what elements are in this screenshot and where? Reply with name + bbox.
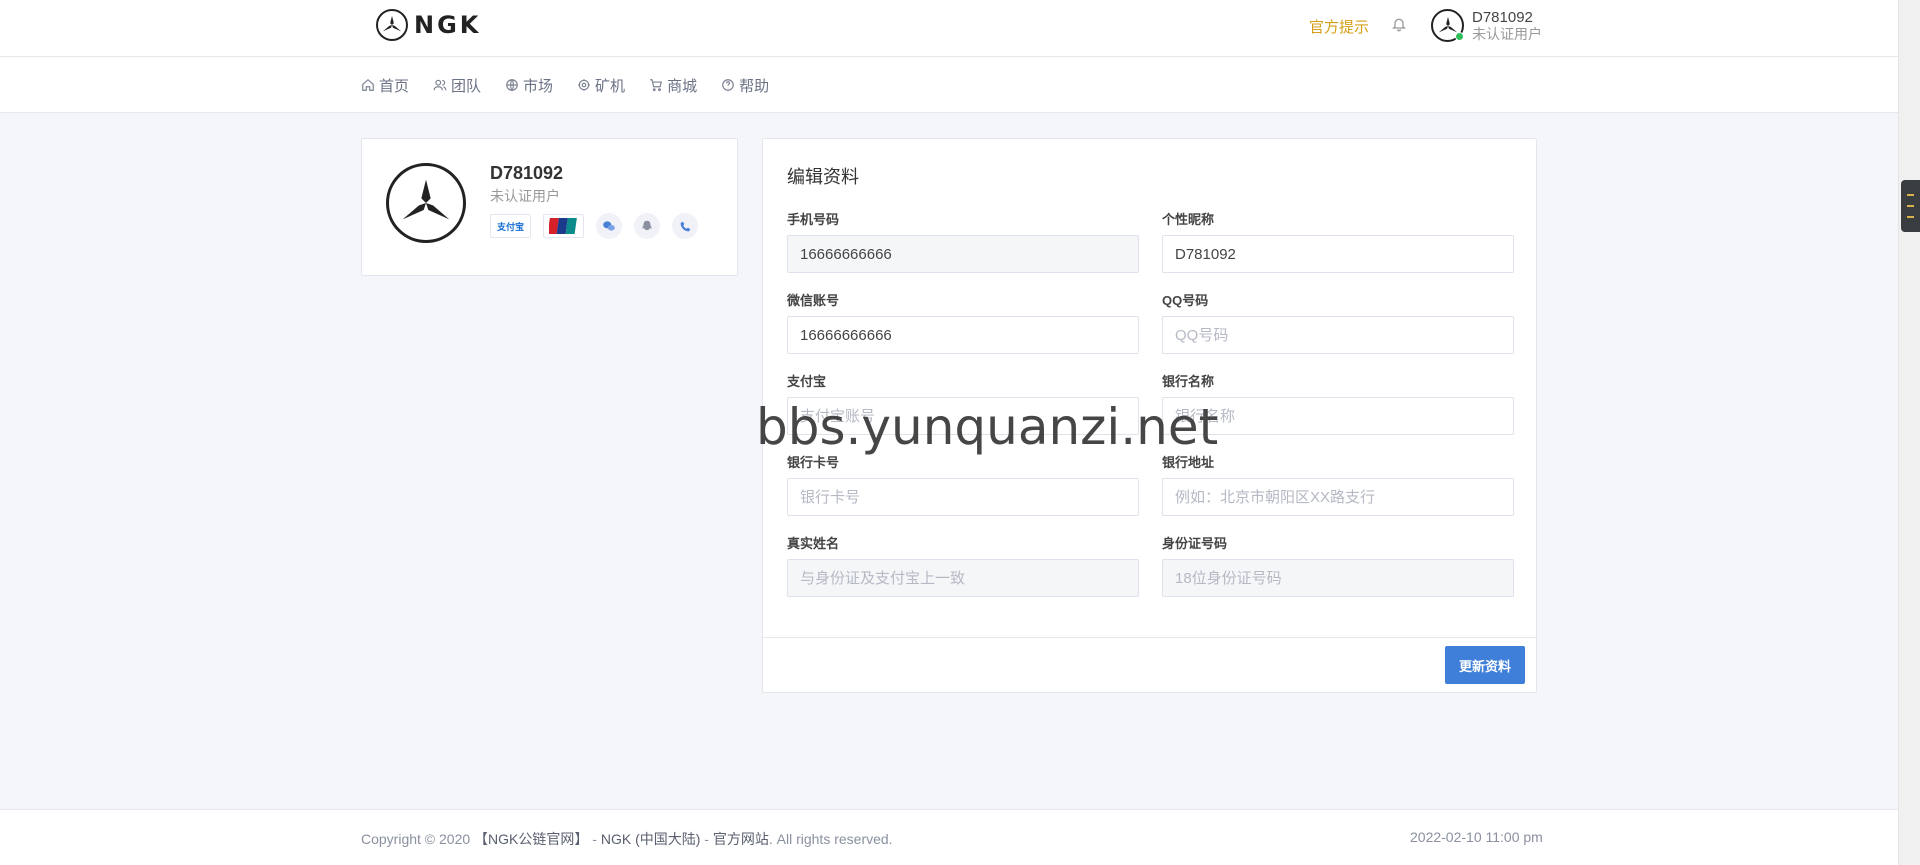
alipay-label: 支付宝 bbox=[787, 374, 827, 389]
nickname-field-group: 个性昵称 bbox=[1162, 211, 1514, 273]
bank-card-field-group: 银行卡号 bbox=[787, 454, 1139, 516]
nav-label: 市场 bbox=[523, 77, 554, 95]
copyright: Copyright © 2020 【NGK公链官网】 - NGK (中国大陆) … bbox=[361, 829, 893, 849]
site-name-link[interactable]: 【NGK公链官网】 bbox=[474, 831, 588, 847]
bank-address-field-group: 银行地址 bbox=[1162, 454, 1514, 516]
globe-icon bbox=[506, 79, 518, 91]
wechat-label: 微信账号 bbox=[787, 293, 840, 308]
help-icon bbox=[722, 79, 734, 91]
scrollbar[interactable] bbox=[1898, 0, 1920, 865]
bank-card-input[interactable] bbox=[787, 478, 1139, 516]
nav-label: 首页 bbox=[379, 77, 410, 95]
logo-text: NGK bbox=[414, 11, 482, 39]
profile-name: D781092 bbox=[490, 163, 564, 183]
phone-icon[interactable] bbox=[672, 213, 698, 239]
main-nav: 首页 团队 市场 矿机 商城 帮助 bbox=[361, 57, 769, 113]
main-nav-bar: 首页 团队 市场 矿机 商城 帮助 bbox=[0, 57, 1898, 113]
edit-profile-card: 编辑资料 手机号码 个性昵称 微信账号 QQ号码 支付宝 银行名称 银行卡号 银… bbox=[762, 138, 1537, 693]
official-tip-link[interactable]: 官方提示 bbox=[1309, 16, 1369, 37]
id-number-field-group: 身份证号码 bbox=[1162, 535, 1514, 597]
bank-card-label: 银行卡号 bbox=[787, 455, 840, 470]
ngk-logo-icon bbox=[376, 9, 408, 41]
nickname-label: 个性昵称 bbox=[1162, 212, 1215, 227]
user-menu[interactable]: D781092 未认证用户 bbox=[1472, 9, 1542, 43]
alipay-field-group: 支付宝 bbox=[787, 373, 1139, 435]
bank-name-field-group: 银行名称 bbox=[1162, 373, 1514, 435]
official-site-link[interactable]: 官方网站 bbox=[713, 831, 769, 847]
logo[interactable]: NGK bbox=[376, 9, 481, 41]
qq-field-group: QQ号码 bbox=[1162, 292, 1514, 354]
wechat-field-group: 微信账号 bbox=[787, 292, 1139, 354]
footer: Copyright © 2020 【NGK公链官网】 - NGK (中国大陆) … bbox=[0, 809, 1898, 865]
profile-card: D781092 未认证用户 支付宝 bbox=[361, 138, 738, 276]
update-profile-button[interactable]: 更新资料 bbox=[1445, 646, 1525, 684]
nav-label: 矿机 bbox=[595, 77, 626, 95]
nav-item-miner[interactable]: 矿机 bbox=[577, 75, 625, 96]
footer-datetime: 2022-02-10 11:00 pm bbox=[1410, 829, 1543, 845]
side-widget-handle[interactable] bbox=[1901, 180, 1920, 232]
users-icon bbox=[433, 79, 447, 91]
real-name-label: 真实姓名 bbox=[787, 536, 840, 551]
user-role: 未认证用户 bbox=[1472, 26, 1542, 42]
online-status-dot bbox=[1455, 32, 1464, 41]
user-name: D781092 bbox=[1472, 9, 1533, 26]
footer-sep: - bbox=[700, 831, 713, 847]
unionpay-icon[interactable] bbox=[543, 214, 584, 238]
alipay-input[interactable] bbox=[787, 397, 1139, 435]
brand-link[interactable]: NGK (中国大陆) bbox=[601, 831, 701, 847]
gear-icon bbox=[578, 79, 590, 91]
phone-field-group: 手机号码 bbox=[787, 211, 1139, 273]
home-icon bbox=[362, 78, 374, 91]
nav-item-team[interactable]: 团队 bbox=[433, 75, 481, 96]
profile-avatar[interactable] bbox=[386, 163, 466, 243]
alipay-icon[interactable]: 支付宝 bbox=[490, 214, 531, 238]
nav-label: 商城 bbox=[667, 77, 698, 95]
phone-label: 手机号码 bbox=[787, 212, 840, 227]
id-number-input[interactable] bbox=[1162, 559, 1514, 597]
qq-icon[interactable] bbox=[634, 213, 660, 239]
bank-address-input[interactable] bbox=[1162, 478, 1514, 516]
cart-icon bbox=[650, 79, 663, 92]
nickname-input[interactable] bbox=[1162, 235, 1514, 273]
profile-role: 未认证用户 bbox=[490, 188, 560, 204]
top-header: NGK 官方提示 D781092 未认证用户 bbox=[0, 0, 1898, 57]
qq-label: QQ号码 bbox=[1162, 293, 1209, 308]
id-number-label: 身份证号码 bbox=[1162, 536, 1228, 551]
nav-item-mall[interactable]: 商城 bbox=[649, 75, 697, 96]
wechat-icon[interactable] bbox=[596, 213, 622, 239]
bank-name-label: 银行名称 bbox=[1162, 374, 1215, 389]
binding-badges: 支付宝 bbox=[490, 213, 698, 239]
wechat-input[interactable] bbox=[787, 316, 1139, 354]
bell-icon[interactable] bbox=[1391, 16, 1409, 34]
nav-label: 团队 bbox=[451, 77, 482, 95]
nav-item-market[interactable]: 市场 bbox=[505, 75, 553, 96]
edit-title: 编辑资料 bbox=[787, 167, 859, 187]
footer-sep: - bbox=[588, 831, 601, 847]
real-name-field-group: 真实姓名 bbox=[787, 535, 1139, 597]
alipay-badge-text: 支付宝 bbox=[496, 222, 524, 233]
nav-item-home[interactable]: 首页 bbox=[361, 75, 409, 96]
real-name-input[interactable] bbox=[787, 559, 1139, 597]
bank-address-label: 银行地址 bbox=[1162, 455, 1215, 470]
phone-input[interactable] bbox=[787, 235, 1139, 273]
copyright-suffix: . All rights reserved. bbox=[768, 831, 893, 847]
nav-item-help[interactable]: 帮助 bbox=[721, 75, 769, 96]
copyright-prefix: Copyright © 2020 bbox=[361, 831, 471, 847]
qq-input[interactable] bbox=[1162, 316, 1514, 354]
card-divider bbox=[763, 637, 1536, 638]
nav-label: 帮助 bbox=[739, 77, 770, 95]
bank-name-input[interactable] bbox=[1162, 397, 1514, 435]
